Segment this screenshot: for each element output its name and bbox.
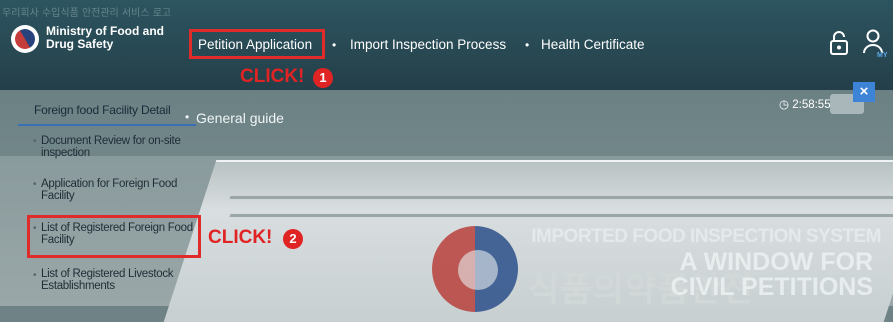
building-stripe — [229, 196, 893, 199]
highlight-box-1 — [189, 29, 325, 59]
submenu-item-application-foreign-facility[interactable]: Application for Foreign Food Facility — [41, 178, 201, 202]
step-badge-1: 1 — [313, 68, 333, 88]
general-guide-link[interactable]: General guide — [196, 110, 284, 126]
submenu-item-document-review[interactable]: Document Review for on-site inspection — [41, 135, 201, 159]
general-guide-bullet: • — [185, 110, 190, 124]
hero-title: IMPORTED FOOD INSPECTION SYSTEM — [531, 226, 881, 247]
submenu-item-list-registered-livestock[interactable]: List of Registered Livestock Establishme… — [41, 268, 201, 292]
nav-separator: • — [332, 38, 337, 52]
timer-value: 2:58:55 — [792, 99, 831, 111]
building-stripe — [229, 214, 893, 217]
lock-icon[interactable] — [828, 30, 850, 56]
hero-subtitle-line2: CIVIL PETITIONS — [670, 273, 873, 301]
logo-line2: Drug Safety — [46, 37, 114, 51]
nav-import-inspection-process[interactable]: Import Inspection Process — [350, 37, 506, 52]
submenu-heading[interactable]: Foreign food Facility Detail — [34, 103, 171, 117]
click-annotation-2: CLICK! — [208, 227, 273, 248]
step-badge-2: 2 — [283, 229, 303, 249]
submenu-bullet: • — [33, 136, 37, 147]
ministry-logo-text[interactable]: Ministry of Food and Drug Safety — [46, 25, 164, 51]
ministry-logo-icon[interactable] — [11, 25, 39, 53]
nav-health-certificate[interactable]: Health Certificate — [541, 37, 645, 52]
close-button[interactable]: × — [853, 82, 875, 102]
click-annotation-1: CLICK! — [240, 66, 305, 87]
submenu-heading-underline — [18, 124, 196, 126]
submenu-bullet: • — [33, 179, 37, 190]
highlight-box-2 — [27, 215, 201, 258]
logo-alt-text: 우리회사 수입식품 안전관리 서비스 로고 — [2, 8, 172, 19]
seal-center — [458, 250, 498, 290]
submenu-bullet: • — [33, 270, 37, 281]
session-timer: ◷ 2:58:55 — [779, 97, 831, 111]
my-badge: MY — [877, 52, 888, 58]
clock-icon: ◷ — [779, 99, 793, 111]
user-icon[interactable]: MY — [862, 28, 888, 58]
top-navigation-bar: 우리회사 수입식품 안전관리 서비스 로고 Ministry of Food a… — [0, 0, 893, 90]
nav-separator: • — [525, 38, 530, 52]
